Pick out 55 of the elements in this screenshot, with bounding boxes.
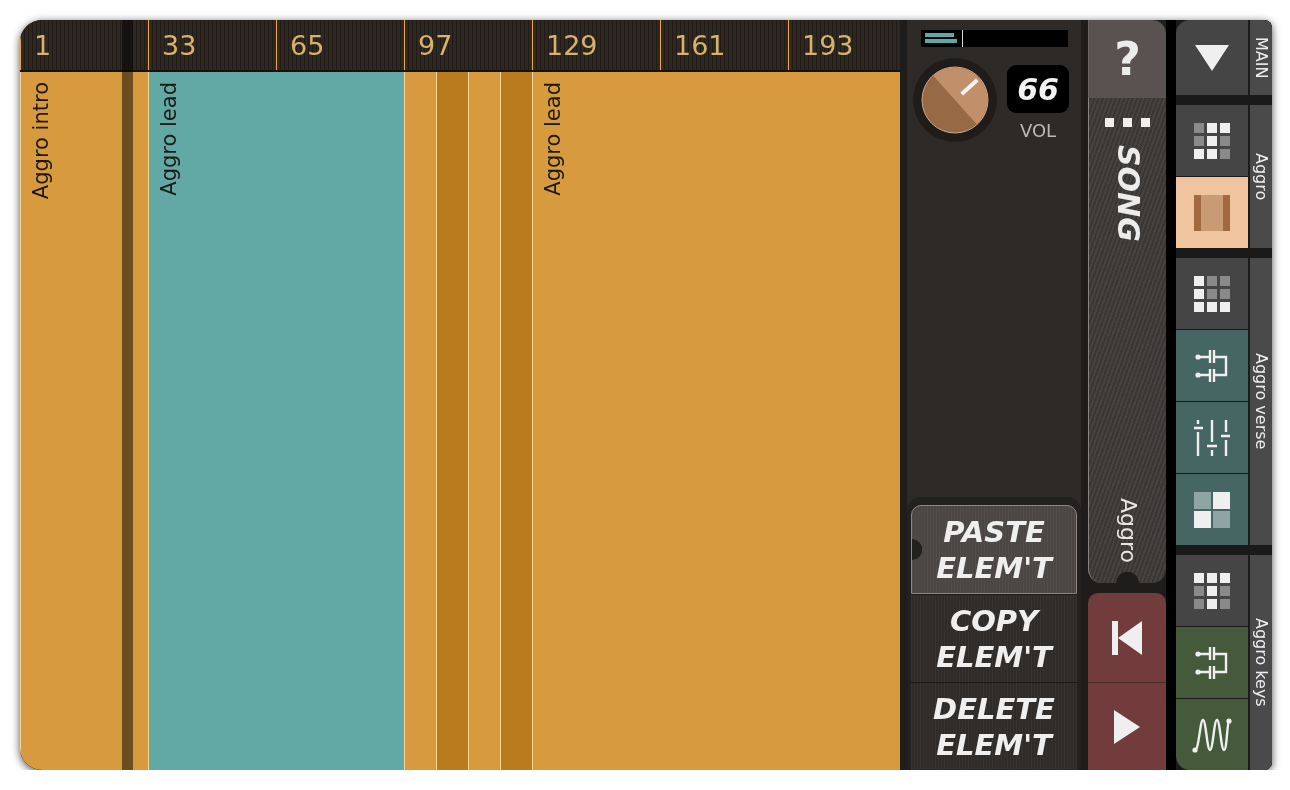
squares-icon xyxy=(1194,491,1230,528)
grid-button[interactable] xyxy=(1176,555,1248,626)
timeline-ruler[interactable]: 1 33 65 97 129 161 193 xyxy=(20,20,900,72)
bar-number: 33 xyxy=(162,31,197,59)
track-label: Aggro xyxy=(1252,152,1270,201)
connector-icon xyxy=(1195,347,1229,384)
wave-button[interactable] xyxy=(1176,699,1248,770)
bars-icon xyxy=(1194,194,1230,231)
volume-label: VOL xyxy=(1019,122,1057,140)
song-segment[interactable]: Aggro intro xyxy=(20,72,148,770)
volume-knob[interactable] xyxy=(913,58,997,142)
grid-icon xyxy=(1194,275,1230,312)
song-panel[interactable]: SONG Aggro xyxy=(1088,98,1166,583)
wave-icon xyxy=(1192,716,1232,753)
grid-button[interactable] xyxy=(1176,105,1248,176)
bar-number: 1 xyxy=(34,31,52,59)
play-button[interactable] xyxy=(1088,682,1166,770)
skip-back-button[interactable] xyxy=(1088,593,1166,682)
song-segment[interactable] xyxy=(500,72,532,770)
grid-icon xyxy=(1194,122,1230,159)
bar-number: 129 xyxy=(546,31,598,59)
dropdown-button[interactable] xyxy=(1176,20,1248,95)
song-segment[interactable] xyxy=(436,72,468,770)
routing-button[interactable] xyxy=(1176,627,1248,698)
segment-label: Aggro intro xyxy=(30,82,54,200)
skip-back-icon xyxy=(1112,621,1142,655)
routing-button[interactable] xyxy=(1176,330,1248,401)
grid-icon xyxy=(1194,572,1230,609)
bar-number: 65 xyxy=(290,31,325,59)
song-segment[interactable]: Aggro lead xyxy=(148,72,404,770)
more-icon[interactable] xyxy=(1105,118,1150,127)
play-icon xyxy=(1114,709,1140,744)
edit-button[interactable]: COPY ELEM'T xyxy=(911,594,1077,682)
connector-icon xyxy=(1195,644,1229,681)
bar-number: 161 xyxy=(674,31,726,59)
mixer-button[interactable] xyxy=(1176,402,1248,473)
track-label: Aggro keys xyxy=(1252,618,1270,707)
track-label: MAIN xyxy=(1252,36,1270,79)
edit-button[interactable]: PASTE ELEM'T xyxy=(911,505,1077,594)
edit-button[interactable]: DELETE ELEM'T xyxy=(911,682,1077,770)
pattern-name: Aggro xyxy=(1115,498,1140,563)
blocks-button[interactable] xyxy=(1176,474,1248,545)
sliders-icon xyxy=(1194,419,1230,456)
help-button[interactable]: ? xyxy=(1088,20,1166,98)
bar-number: 97 xyxy=(418,31,453,59)
song-title: SONG xyxy=(1112,145,1143,242)
peak-marker xyxy=(962,30,963,47)
bar-number: 193 xyxy=(802,31,854,59)
song-segment[interactable]: Aggro lead xyxy=(532,72,900,770)
caret-down-icon xyxy=(1195,44,1229,71)
volume-value: 66 xyxy=(1007,65,1069,113)
segment-label: Aggro lead xyxy=(542,82,566,196)
grid-button[interactable] xyxy=(1176,258,1248,329)
segment-label: Aggro lead xyxy=(158,82,182,196)
track-label: Aggro verse xyxy=(1252,353,1270,450)
